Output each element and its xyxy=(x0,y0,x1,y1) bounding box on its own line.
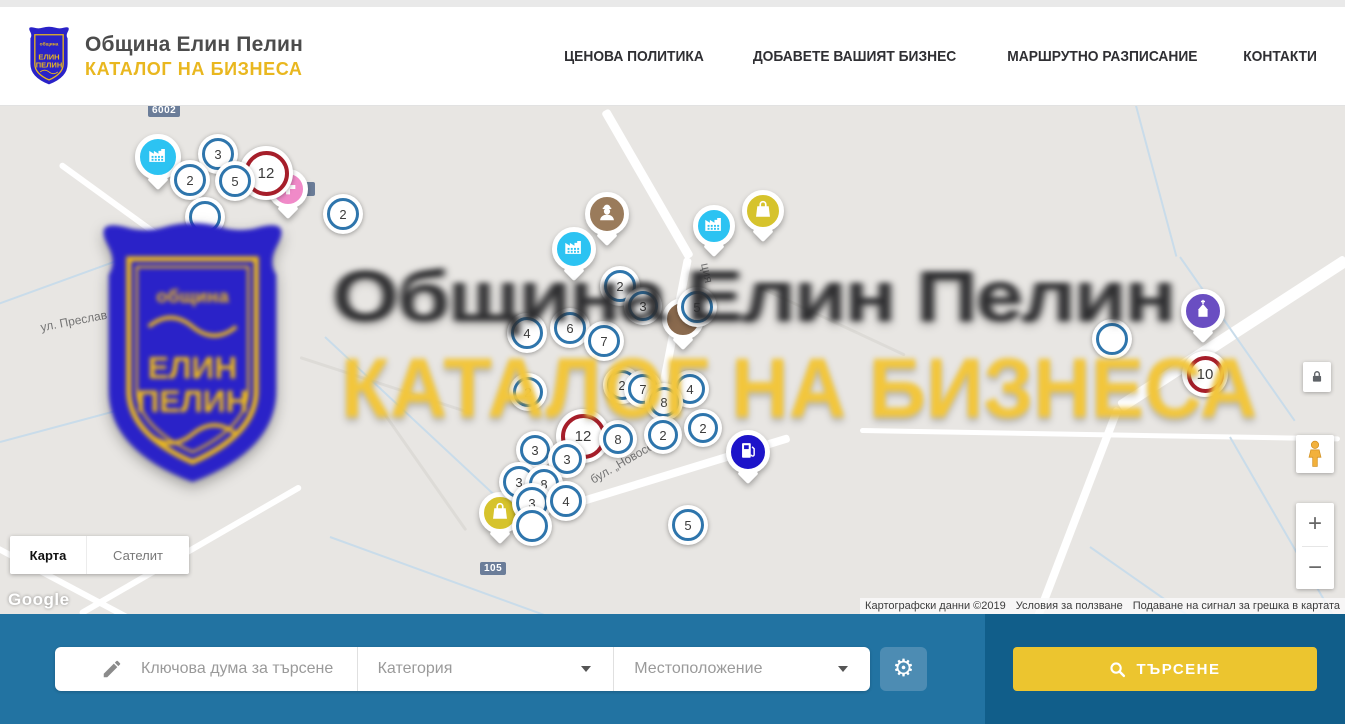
street-view-pegman-button[interactable] xyxy=(1296,435,1334,473)
scroll-lock-button[interactable] xyxy=(1303,362,1331,392)
cluster-marker[interactable] xyxy=(512,506,552,546)
fuel-icon xyxy=(737,439,759,466)
search-icon xyxy=(1109,661,1126,678)
factory-icon xyxy=(147,144,169,171)
church-icon xyxy=(1192,298,1214,325)
cluster-marker[interactable]: 8 xyxy=(599,420,637,458)
main-nav: ЦЕНОВА ПОЛИТИКА ДОБАВЕТЕ ВАШИЯТ БИЗНЕС МАР… xyxy=(558,48,1320,65)
pencil-icon xyxy=(101,658,123,680)
factory-icon xyxy=(563,236,585,263)
location-select[interactable]: Местоположение xyxy=(613,647,870,691)
search-button[interactable]: ТЪРСЕНЕ xyxy=(1013,647,1317,691)
search-bar: Категория Местоположение ⚙ ТЪРСЕНЕ xyxy=(0,614,1345,724)
site-logo[interactable]: община ЕЛИН ПЕЛИН Община Елин Пелин КАТА… xyxy=(25,25,303,87)
worker-icon xyxy=(596,201,618,228)
nav-item-1[interactable]: ЦЕНОВА ПОЛИТИКА xyxy=(558,48,710,65)
top-strip xyxy=(0,0,1345,7)
map-type-satellite-button[interactable]: Сателит xyxy=(86,536,189,574)
fuel-pin-marker[interactable] xyxy=(726,430,770,474)
cluster-marker[interactable]: 4 xyxy=(507,313,547,353)
zoom-control: + − xyxy=(1296,503,1334,589)
gear-icon: ⚙ xyxy=(893,657,915,681)
factory-icon xyxy=(703,213,725,240)
nav-item-4[interactable]: КОНТАКТИ xyxy=(1240,48,1320,65)
cluster-marker[interactable]: 4 xyxy=(546,481,586,521)
cluster-marker[interactable]: 5 xyxy=(677,287,717,327)
logo-subtitle: КАТАЛОГ НА БИЗНЕСА xyxy=(85,59,303,80)
chevron-down-icon xyxy=(581,666,591,672)
bag-icon xyxy=(489,500,511,527)
cluster-marker[interactable] xyxy=(185,197,225,237)
map-data-copyright: Картографски данни ©2019 xyxy=(860,598,1011,614)
keyword-field[interactable] xyxy=(55,647,357,691)
nav-item-2[interactable]: ДОБАВЕТЕ ВАШИЯТ БИЗНЕС xyxy=(744,48,965,65)
search-fields: Категория Местоположение xyxy=(55,647,870,691)
chevron-down-icon xyxy=(838,666,848,672)
cluster-marker[interactable]: 2 xyxy=(509,373,547,411)
cluster-marker[interactable] xyxy=(1092,319,1132,359)
report-map-error-link[interactable]: Подаване на сигнал за грешка в картата xyxy=(1128,598,1345,614)
cluster-marker[interactable]: 2 xyxy=(170,160,210,200)
cluster-marker[interactable]: 3 xyxy=(624,287,662,325)
terms-of-use-link[interactable]: Условия за ползване xyxy=(1011,598,1128,614)
google-logo[interactable]: Google xyxy=(8,590,70,610)
bag-pin-marker[interactable] xyxy=(742,190,784,232)
pegman-icon xyxy=(1304,440,1326,468)
factory-pin-marker[interactable] xyxy=(552,227,596,271)
map-attribution: Картографски данни ©2019 Условия за полз… xyxy=(860,598,1345,614)
location-select-value: Местоположение xyxy=(634,660,762,678)
advanced-settings-button[interactable]: ⚙ xyxy=(880,647,927,691)
svg-text:ПЕЛИН: ПЕЛИН xyxy=(36,61,63,70)
zoom-in-button[interactable]: + xyxy=(1296,503,1334,546)
header: община ЕЛИН ПЕЛИН Община Елин Пелин КАТА… xyxy=(0,7,1345,106)
cluster-marker[interactable]: 5 xyxy=(668,505,708,545)
bag-icon xyxy=(752,198,774,225)
nav-item-3[interactable]: МАРШРУТНО РАЗПИСАНИЕ xyxy=(999,48,1206,65)
zoom-out-button[interactable]: − xyxy=(1296,547,1334,590)
search-action-panel: ТЪРСЕНЕ xyxy=(985,614,1345,724)
factory-pin-marker[interactable] xyxy=(693,205,735,247)
map-type-control: Карта Сателит xyxy=(10,536,189,574)
cluster-marker[interactable]: 5 xyxy=(215,161,255,201)
keyword-input[interactable] xyxy=(139,659,353,679)
cluster-marker[interactable]: 7 xyxy=(584,321,624,361)
map-canvas[interactable]: 6002105ул. Преславбул. „Новоселция 12325… xyxy=(0,106,1345,614)
cluster-marker[interactable]: 2 xyxy=(323,194,363,234)
cluster-marker[interactable]: 2 xyxy=(644,416,682,454)
category-select[interactable]: Категория xyxy=(357,647,614,691)
logo-title: Община Елин Пелин xyxy=(85,33,303,57)
church-pin-marker[interactable] xyxy=(1181,289,1225,333)
category-select-value: Категория xyxy=(378,660,453,678)
cluster-marker[interactable]: 2 xyxy=(684,409,722,447)
cluster-marker[interactable]: 10 xyxy=(1182,351,1228,397)
municipality-crest-icon: община ЕЛИН ПЕЛИН xyxy=(25,25,73,87)
map-type-map-button[interactable]: Карта xyxy=(10,536,86,574)
lock-icon xyxy=(1310,369,1324,385)
